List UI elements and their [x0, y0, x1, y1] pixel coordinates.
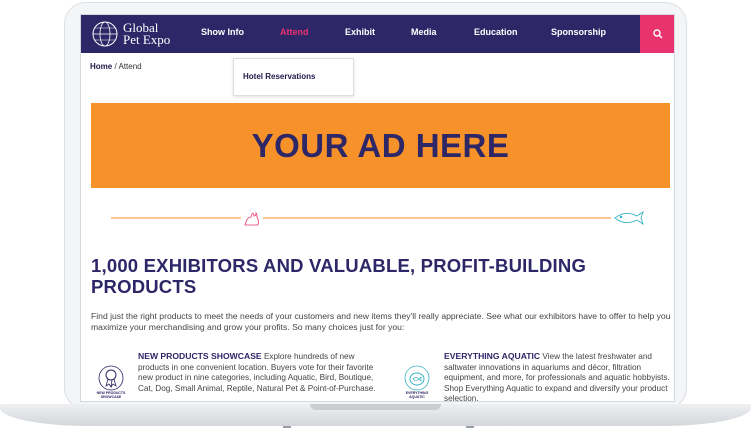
feature-title: NEW PRODUCTS SHOWCASE	[138, 351, 262, 361]
dropdown-item-hotel[interactable]: Hotel Reservations	[243, 72, 315, 81]
breadcrumb: Home / Attend	[90, 62, 142, 71]
pet-divider	[111, 210, 644, 226]
attend-dropdown: Hotel Reservations	[233, 58, 354, 96]
logo-text: Global Pet Expo	[123, 21, 171, 47]
fishbowl-icon	[404, 365, 430, 391]
nav-exhibit[interactable]: Exhibit	[345, 27, 375, 37]
laptop-notch	[310, 404, 441, 410]
ad-text: YOUR AD HERE	[251, 126, 510, 164]
search-icon	[653, 29, 663, 39]
nav-attend[interactable]: Attend	[280, 27, 309, 37]
breadcrumb-separator: /	[114, 62, 117, 71]
search-button[interactable]	[640, 15, 674, 53]
page-headline: 1,000 EXHIBITORS AND VALUABLE, PROFIT-BU…	[91, 255, 587, 297]
globe-icon	[92, 21, 118, 47]
feature-everything-aquatic: EVERYTHING AQUATIC View the latest fresh…	[444, 351, 674, 401]
fish-icon	[614, 210, 644, 226]
ribbon-icon	[98, 365, 124, 391]
laptop-foot	[283, 426, 291, 428]
breadcrumb-home[interactable]: Home	[90, 62, 112, 71]
badge-label-2: SHOWCASE	[100, 395, 122, 399]
nav-education[interactable]: Education	[474, 27, 518, 37]
logo-line-2: Pet Expo	[123, 32, 171, 47]
nav-media[interactable]: Media	[411, 27, 437, 37]
cat-icon	[244, 212, 259, 226]
laptop-foot	[466, 426, 474, 428]
feature-title: EVERYTHING AQUATIC	[444, 351, 541, 361]
intro-text: Find just the right products to meet the…	[91, 311, 671, 332]
nav-sponsorship[interactable]: Sponsorship	[551, 27, 606, 37]
ad-banner[interactable]: YOUR AD HERE	[91, 103, 670, 188]
badge-label-2: AQUATIC	[409, 395, 425, 399]
nav-show-info[interactable]: Show Info	[201, 27, 244, 37]
main-nav: Global Pet Expo Show Info Attend Exhibit…	[81, 15, 674, 53]
logo[interactable]: Global Pet Expo	[89, 18, 181, 50]
feature-new-products: NEW PRODUCTS SHOWCASE Explore hundreds o…	[138, 351, 388, 394]
breadcrumb-current: Attend	[118, 62, 142, 71]
aquatic-badge: EVERYTHING AQUATIC	[399, 365, 435, 401]
showcase-badge: NEW PRODUCTS SHOWCASE	[93, 365, 129, 401]
browser-screen: Global Pet Expo Show Info Attend Exhibit…	[80, 14, 675, 402]
